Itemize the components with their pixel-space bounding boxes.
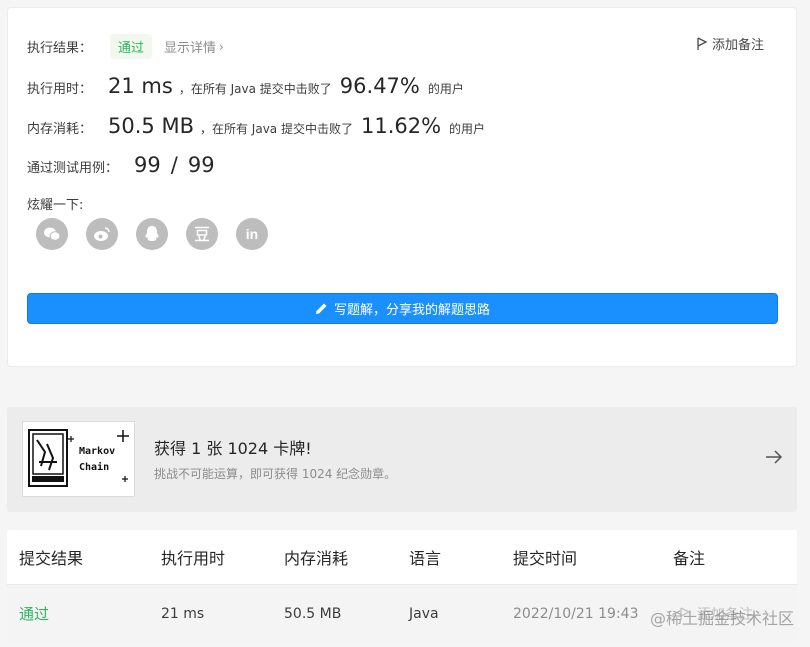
row-time: 2022/10/21 19:43: [513, 605, 639, 622]
runtime-tail: 的用户: [427, 82, 464, 96]
share-label: 炫耀一下:: [27, 198, 84, 213]
promo-banner[interactable]: Markov Chain 获得 1 张 1024 卡牌! 挑战不可能运算，即可获…: [7, 407, 797, 512]
memory-row: 内存消耗： 50.5 MB ，在所有 Java 提交中击败了 11.62% 的用…: [27, 114, 485, 138]
memory-value: 50.5 MB: [108, 114, 194, 138]
tests-row: 通过测试用例： 99 / 99: [27, 153, 215, 177]
add-note-button[interactable]: 添加备注: [696, 34, 764, 53]
tests-label: 通过测试用例：: [27, 161, 119, 176]
row-language: Java: [409, 605, 439, 622]
row-runtime: 21 ms: [161, 605, 205, 622]
status-badge: 通过: [110, 34, 153, 59]
tests-total: 99: [187, 153, 215, 177]
tests-separator: /: [170, 153, 178, 177]
result-label: 执行结果：: [27, 41, 93, 56]
memory-beat-text: ，在所有 Java 提交中击败了: [199, 122, 353, 136]
write-solution-label: 写题解，分享我的解题思路: [333, 303, 490, 318]
card-text-1: Markov: [79, 446, 115, 457]
share-row: 炫耀一下:: [27, 194, 83, 213]
share-icons: in: [36, 218, 286, 250]
show-details-label: 显示详情: [164, 41, 217, 56]
promo-title: 获得 1 张 1024 卡牌!: [154, 439, 312, 458]
header-result: 提交结果: [19, 549, 84, 568]
header-language: 语言: [409, 549, 442, 568]
promo-subtitle: 挑战不可能运算，即可获得 1024 纪念勋章。: [154, 467, 397, 481]
row-memory: 50.5 MB: [284, 605, 342, 622]
memory-percent: 11.62%: [360, 114, 442, 138]
markov-chain-card-image: Markov Chain: [22, 421, 135, 497]
table-header: 提交结果 执行用时 内存消耗 语言 提交时间 备注: [7, 530, 797, 585]
weibo-icon[interactable]: [86, 218, 118, 250]
runtime-beat-text: ，在所有 Java 提交中击败了: [178, 82, 332, 96]
row-result-link[interactable]: 通过: [19, 603, 49, 624]
flag-icon: [697, 36, 708, 50]
runtime-label: 执行用时：: [27, 82, 93, 97]
show-details-link[interactable]: 显示详情 ›: [164, 37, 224, 57]
watermark: @稀土掘金技术社区: [649, 609, 794, 628]
write-solution-button[interactable]: 写题解，分享我的解题思路: [27, 293, 778, 324]
memory-tail: 的用户: [449, 122, 486, 136]
wechat-icon[interactable]: [36, 218, 68, 250]
header-time: 提交时间: [513, 549, 578, 568]
submission-result-card: 执行结果： 通过 显示详情 › 添加备注 执行用时： 21 ms ，在所有 Ja…: [7, 7, 797, 367]
header-note: 备注: [673, 549, 706, 568]
runtime-row: 执行用时： 21 ms ，在所有 Java 提交中击败了 96.47% 的用户: [27, 74, 464, 98]
header-memory: 内存消耗: [284, 549, 349, 568]
qq-icon[interactable]: [136, 218, 168, 250]
header-runtime: 执行用时: [161, 549, 226, 568]
add-note-label: 添加备注: [711, 38, 764, 53]
runtime-value: 21 ms: [108, 74, 173, 98]
tests-passed: 99: [134, 153, 161, 177]
arrow-right-icon[interactable]: [765, 449, 783, 465]
linkedin-icon[interactable]: in: [236, 218, 268, 250]
pencil-icon: [315, 303, 327, 314]
runtime-percent: 96.47%: [339, 74, 420, 98]
result-row: 执行结果： 通过 显示详情 ›: [27, 34, 224, 59]
douban-icon[interactable]: [186, 218, 218, 250]
card-text-2: Chain: [79, 461, 109, 473]
memory-label: 内存消耗：: [27, 122, 93, 137]
chevron-right-icon: ›: [219, 39, 224, 54]
